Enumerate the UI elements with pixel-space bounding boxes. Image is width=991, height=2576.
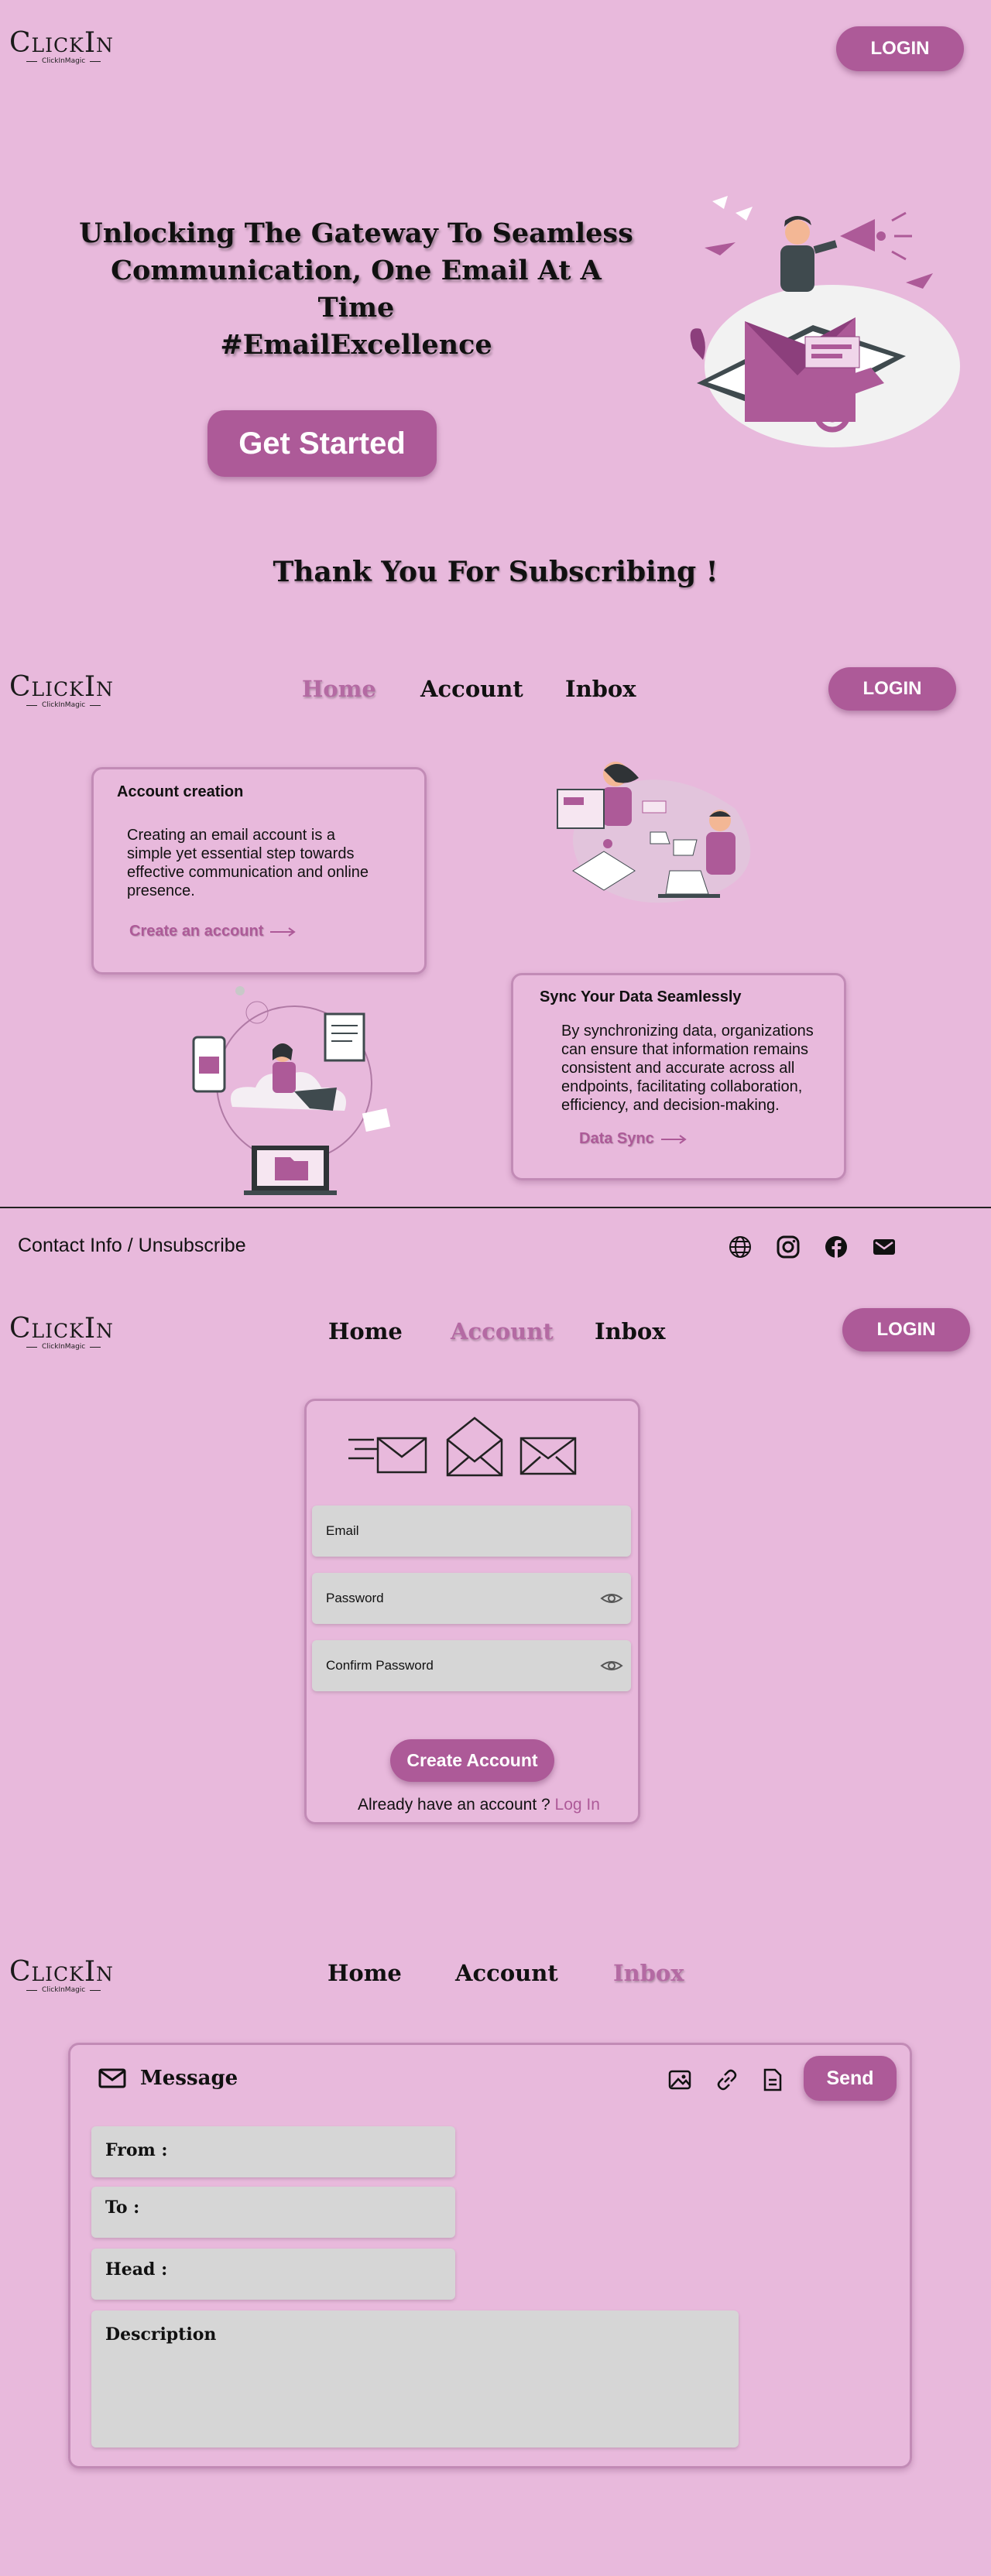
nav-home[interactable]: Home — [328, 1318, 403, 1345]
get-started-button[interactable]: Get Started — [207, 410, 437, 477]
image-icon[interactable] — [668, 2068, 693, 2091]
nav-inbox[interactable]: Inbox — [595, 1318, 666, 1345]
thank-you-message: Thank You For Subscribing ! — [273, 556, 718, 588]
send-button[interactable]: Send — [804, 2056, 897, 2101]
nav-home[interactable]: Home — [327, 1960, 402, 1986]
create-account-link[interactable]: Create an account — [129, 923, 297, 940]
hero-line-1: Unlocking The Gateway To Seamless — [79, 218, 633, 249]
link-icon[interactable] — [715, 2068, 739, 2091]
hero-title: Unlocking The Gateway To Seamless Commun… — [77, 215, 635, 364]
compose-message-panel: Message Send From : To : Head : Descript… — [68, 2043, 912, 2468]
nav-inbox[interactable]: Inbox — [565, 676, 636, 702]
hero-illustration — [681, 190, 960, 461]
email-field[interactable]: Email — [312, 1506, 631, 1557]
envelope-icon — [98, 2068, 126, 2088]
link-label: Data Sync — [579, 1130, 654, 1147]
password-placeholder: Password — [326, 1591, 384, 1605]
account-creation-card: Account creation Creating an email accou… — [91, 767, 427, 975]
description-field[interactable]: Description — [91, 2311, 739, 2448]
social-icons — [728, 1235, 897, 1259]
envelopes-icon — [348, 1416, 577, 1477]
section-divider — [0, 1207, 991, 1208]
login-prompt: Already have an account ? Log In — [358, 1796, 600, 1814]
card-text-line: consistent and accurate across all — [561, 1060, 795, 1077]
login-button[interactable]: LOGIN — [828, 667, 956, 711]
logo[interactable]: ClickIn ClickInMagic — [9, 1314, 125, 1352]
card-text-line: endpoints, facilitating collaboration, — [561, 1078, 803, 1095]
nav-inbox[interactable]: Inbox — [613, 1960, 684, 1986]
confirm-password-field[interactable]: Confirm Password — [312, 1640, 631, 1691]
logo[interactable]: ClickIn ClickInMagic — [9, 28, 125, 67]
card-text-line: efficiency, and decision-making. — [561, 1097, 780, 1114]
card-text-line: By synchronizing data, organizations — [561, 1023, 814, 1040]
arrow-right-icon — [270, 927, 297, 937]
create-account-form: Email Password Confirm Password Create A… — [304, 1399, 640, 1824]
globe-icon[interactable] — [728, 1235, 753, 1259]
logo-text: ClickIn — [9, 671, 114, 703]
head-field[interactable]: Head : — [91, 2249, 455, 2300]
card-title: Account creation — [117, 783, 244, 800]
card-title: Sync Your Data Seamlessly — [540, 988, 742, 1005]
people-sharing-illustration — [542, 755, 774, 925]
confirm-password-placeholder: Confirm Password — [326, 1658, 434, 1673]
nav-account[interactable]: Account — [455, 1960, 558, 1986]
footer-contact-link[interactable]: Contact Info / Unsubscribe — [18, 1235, 246, 1257]
card-text-line: Creating an email account is a — [127, 827, 336, 844]
hero-line-3: Time — [317, 292, 395, 324]
card-text-line: can ensure that information remains — [561, 1041, 809, 1058]
logo-text: ClickIn — [9, 1956, 114, 1988]
from-label: From : — [105, 2140, 168, 2160]
to-field[interactable]: To : — [91, 2187, 455, 2238]
logo-text: ClickIn — [9, 27, 114, 59]
to-label: To : — [105, 2197, 140, 2218]
hero-line-2: Communication, One Email At A — [111, 255, 602, 286]
logo[interactable]: ClickIn ClickInMagic — [9, 1957, 125, 1995]
login-button[interactable]: LOGIN — [842, 1308, 970, 1351]
description-label: Description — [105, 2324, 217, 2345]
logo-text: ClickIn — [9, 1313, 114, 1345]
data-sync-card: Sync Your Data Seamlessly By synchronizi… — [511, 973, 846, 1180]
password-field[interactable]: Password — [312, 1573, 631, 1624]
nav-account[interactable]: Account — [420, 676, 523, 702]
login-link[interactable]: Log In — [555, 1796, 600, 1814]
login-button[interactable]: LOGIN — [836, 26, 964, 71]
facebook-icon[interactable] — [824, 1235, 849, 1259]
link-label: Create an account — [129, 923, 264, 940]
card-text-line: presence. — [127, 882, 195, 899]
login-prompt-text: Already have an account ? — [358, 1796, 550, 1814]
eye-icon[interactable] — [600, 1591, 623, 1606]
from-field[interactable]: From : — [91, 2126, 455, 2177]
logo[interactable]: ClickIn ClickInMagic — [9, 672, 125, 711]
head-label: Head : — [105, 2259, 168, 2280]
data-sync-link[interactable]: Data Sync — [579, 1130, 687, 1148]
message-title: Message — [140, 2067, 238, 2090]
email-placeholder: Email — [326, 1523, 359, 1538]
card-text-line: simple yet essential step towards — [127, 845, 355, 862]
create-account-button[interactable]: Create Account — [390, 1739, 554, 1782]
nav-account[interactable]: Account — [451, 1318, 554, 1345]
eye-icon[interactable] — [600, 1658, 623, 1673]
mail-icon[interactable] — [872, 1235, 897, 1259]
instagram-icon[interactable] — [776, 1235, 801, 1259]
hero-line-4: #EmailExcellence — [220, 329, 492, 361]
cloud-storage-illustration — [186, 983, 395, 1196]
document-icon[interactable] — [761, 2068, 784, 2091]
arrow-right-icon — [660, 1134, 687, 1144]
nav-home[interactable]: Home — [302, 676, 376, 702]
card-text-line: effective communication and online — [127, 864, 369, 881]
